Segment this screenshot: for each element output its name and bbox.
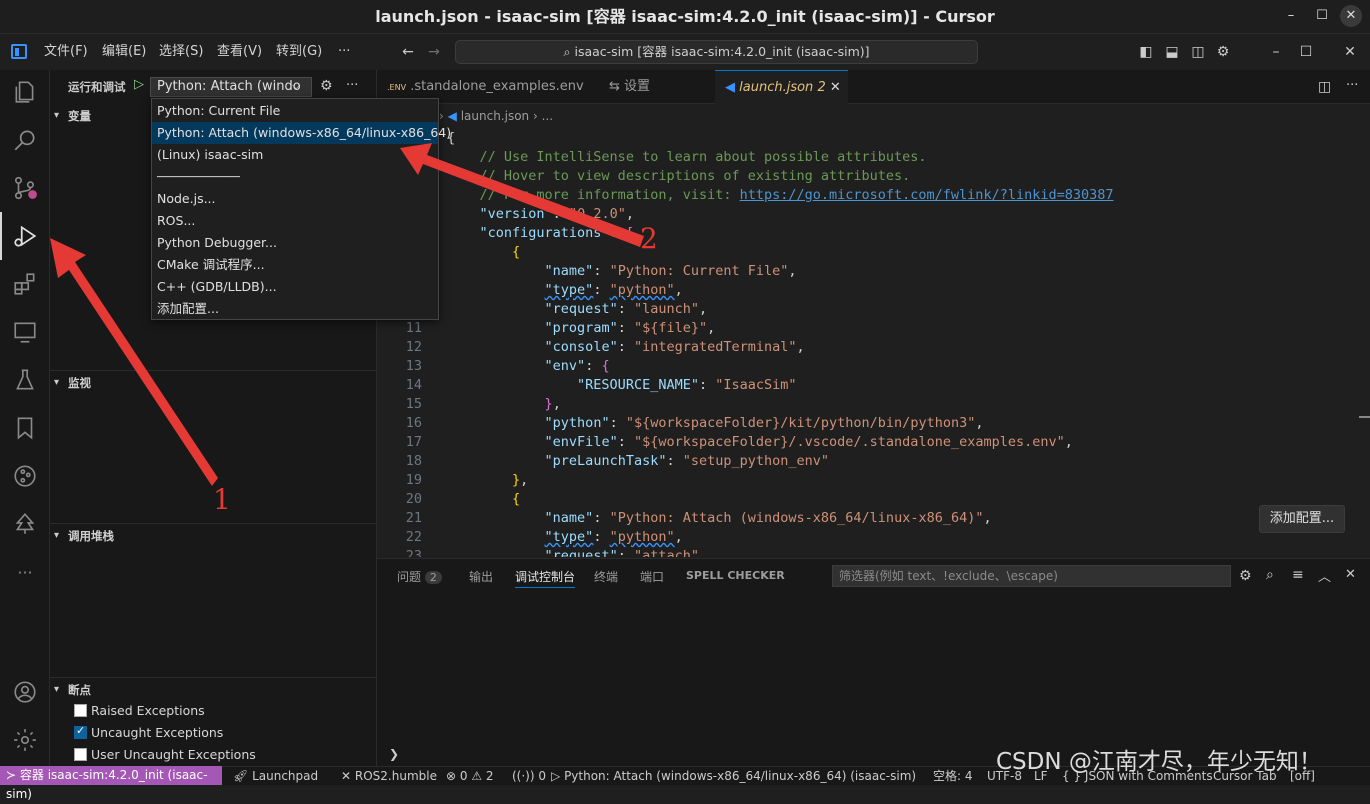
annotation-arrows bbox=[50, 143, 644, 486]
annotation-label-2: 2 bbox=[640, 222, 658, 255]
annotation-arrow-2 bbox=[400, 143, 644, 247]
annotation-label-1: 1 bbox=[213, 483, 231, 516]
annotation-arrow-1 bbox=[50, 238, 218, 486]
watermark: CSDN @江南才尽，年少无知！ bbox=[996, 749, 1322, 775]
